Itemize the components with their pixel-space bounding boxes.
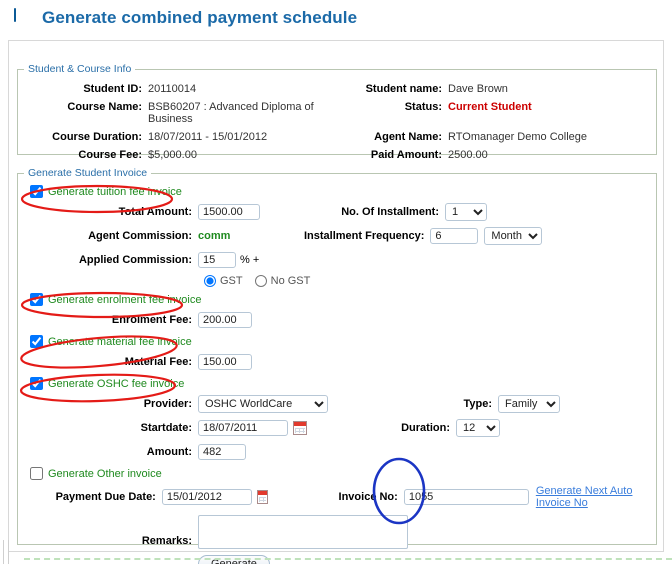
applied-commission-input[interactable] [198,252,236,268]
gst-label: GST [220,275,243,287]
oshc-amount-input[interactable] [198,444,246,460]
oshc-startdate-input[interactable] [198,420,288,436]
oshc-provider-label: Provider: [143,398,192,410]
material-fee-checkbox-row[interactable]: Generate material fee invoice [18,335,656,348]
no-of-installment-select[interactable]: 1 [445,203,487,221]
student-name-value: Dave Brown [448,83,508,95]
enrolment-fee-checkbox-row[interactable]: Generate enrolment fee invoice [18,293,656,306]
course-fee-value: $5,000.00 [148,149,197,161]
course-duration-label: Course Duration: [52,131,142,143]
student-course-info-legend: Student & Course Info [28,63,132,75]
calendar-icon-due-date[interactable] [256,490,269,504]
page-left-divider-1 [3,540,4,564]
oshc-fee-checkbox-row[interactable]: Generate OSHC fee invoice [18,377,656,390]
applied-commission-label: Applied Commission: [78,254,192,266]
oshc-startdate-label: Startdate: [140,422,192,434]
student-name-label: Student name: [365,83,442,95]
no-gst-label: No GST [270,275,311,287]
payment-due-date-row: Payment Due Date: Invoice No: Generate N… [18,485,656,509]
material-fee-input[interactable] [198,354,252,370]
generate-oshc-fee-checkbox[interactable] [30,377,43,390]
gst-radio-row[interactable]: GST No GST [18,275,656,287]
remarks-row: Remarks: [18,515,656,549]
no-of-installment-label: No. Of Installment: [341,206,439,218]
oshc-duration-label: Duration: [401,422,450,434]
student-id-value: 20110014 [148,83,197,95]
content-card: Student & Course Info Student ID: 201100… [8,40,664,564]
material-fee-row: Material Fee: [18,353,656,371]
total-amount-row: Total Amount: No. Of Installment: 1 [18,203,656,221]
agent-name-label: Agent Name: [374,131,442,143]
generate-oshc-fee-label: Generate OSHC fee invoice [48,377,185,390]
monitor-icon [14,8,34,27]
page-bottom-divider [24,558,672,560]
gst-radio[interactable] [204,275,216,287]
enrolment-fee-input[interactable] [198,312,252,328]
tuition-fee-checkbox-row[interactable]: Generate tuition fee invoice [18,185,656,198]
oshc-duration-select[interactable]: 12 [456,419,500,437]
installment-unit-select[interactable]: Month [484,227,543,245]
agent-commission-label: Agent Commission: [88,230,192,242]
invoice-no-input[interactable] [403,489,529,505]
invoice-no-label: Invoice No: [338,491,398,503]
paid-amount-value: 2500.00 [448,149,488,161]
course-fee-label: Course Fee: [78,149,142,161]
oshc-amount-label: Amount: [146,446,192,458]
status-value: Current Student [448,101,532,113]
generate-material-fee-label: Generate material fee invoice [48,335,192,348]
installment-frequency-label: Installment Frequency: [303,230,425,242]
material-fee-label: Material Fee: [124,356,192,368]
generate-other-invoice-label: Generate Other invoice [48,467,162,480]
other-invoice-checkbox-row[interactable]: Generate Other invoice [18,467,656,480]
agent-commission-value: comm [198,230,231,242]
oshc-type-label: Type: [463,398,492,410]
page-title: Generate combined payment schedule [42,8,358,27]
oshc-startdate-row: Startdate: Duration: 12 [18,419,656,437]
student-id-label: Student ID: [83,83,142,95]
remarks-textarea[interactable] [198,515,408,549]
oshc-provider-select[interactable]: OSHC WorldCare [198,395,328,413]
applied-commission-row: Applied Commission: % + [18,251,656,269]
agent-commission-row: Agent Commission: comm Installment Frequ… [18,227,656,245]
student-course-info-section: Student & Course Info Student ID: 201100… [17,63,657,161]
generate-enrolment-fee-label: Generate enrolment fee invoice [48,293,202,306]
remarks-label: Remarks: [141,535,192,547]
student-info-grid: Student ID: 20110014 Student name: Dave … [18,75,656,161]
generate-next-auto-invoice-no-link[interactable]: Generate Next Auto Invoice No [536,485,656,509]
payment-due-date-input[interactable] [161,489,252,505]
page-left-divider-2 [8,540,9,564]
total-amount-input[interactable] [198,204,260,220]
installment-frequency-input[interactable] [430,228,479,244]
page-header: Generate combined payment schedule [0,0,672,30]
generate-material-fee-checkbox[interactable] [30,335,43,348]
course-name-value: BSB60207 : Advanced Diploma of Business [148,101,314,125]
generate-student-invoice-legend: Generate Student Invoice [28,167,148,179]
generate-student-invoice-section: Generate Student Invoice Generate tuitio… [17,167,657,564]
course-duration-value: 18/07/2011 - 15/01/2012 [148,131,268,143]
calendar-icon[interactable] [293,421,307,435]
oshc-type-select[interactable]: Family [498,395,560,413]
total-amount-label: Total Amount: [118,206,192,218]
course-name-label: Course Name: [67,101,142,113]
payment-due-date-label: Payment Due Date: [55,491,156,503]
enrolment-fee-label: Enrolment Fee: [111,314,192,326]
percent-suffix: % + [240,254,260,266]
oshc-provider-row: Provider: OSHC WorldCare Type: Family [18,395,656,413]
generate-enrolment-fee-checkbox[interactable] [30,293,43,306]
generate-tuition-fee-checkbox[interactable] [30,185,43,198]
status-label: Status: [404,101,442,113]
paid-amount-label: Paid Amount: [370,149,442,161]
no-gst-radio[interactable] [254,275,267,287]
agent-name-value: RTOmanager Demo College [448,131,587,143]
oshc-amount-row: Amount: [18,443,656,461]
generate-tuition-fee-label: Generate tuition fee invoice [48,185,182,198]
generate-other-invoice-checkbox[interactable] [30,467,43,480]
enrolment-fee-row: Enrolment Fee: [18,311,656,329]
